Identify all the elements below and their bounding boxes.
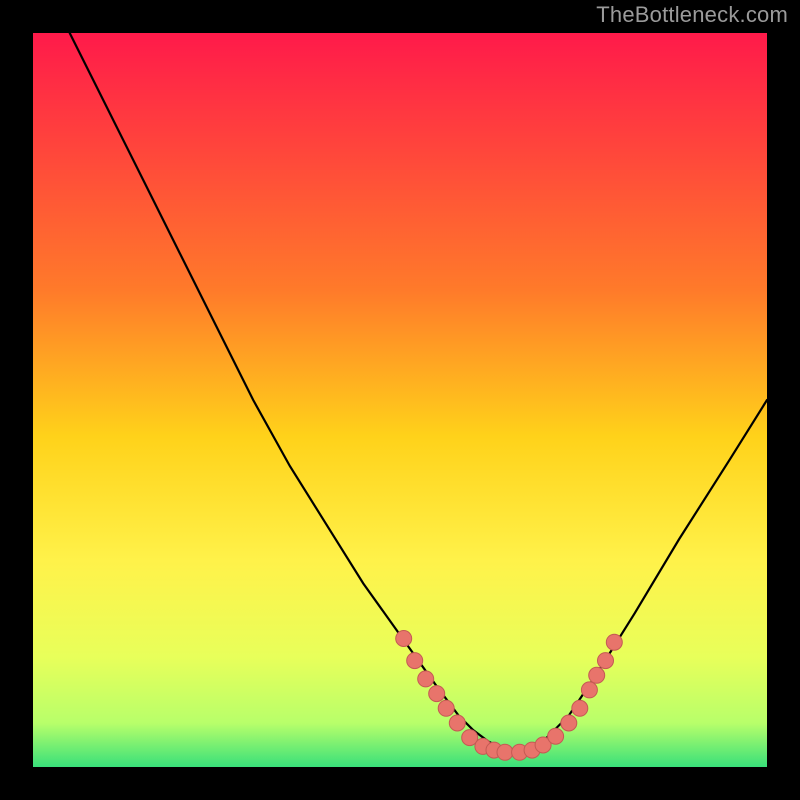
bottleneck-chart xyxy=(0,0,800,800)
curve-marker xyxy=(598,653,614,669)
curve-marker xyxy=(581,682,597,698)
curve-marker xyxy=(561,715,577,731)
curve-marker xyxy=(606,634,622,650)
curve-marker xyxy=(497,744,513,760)
curve-marker xyxy=(548,728,564,744)
curve-marker xyxy=(429,686,445,702)
plot-area xyxy=(33,33,767,767)
curve-marker xyxy=(572,700,588,716)
chart-container: TheBottleneck.com xyxy=(0,0,800,800)
curve-marker xyxy=(407,653,423,669)
curve-marker xyxy=(589,667,605,683)
curve-marker xyxy=(396,631,412,647)
curve-marker xyxy=(418,671,434,687)
curve-marker xyxy=(438,700,454,716)
attribution-text: TheBottleneck.com xyxy=(596,2,788,28)
curve-marker xyxy=(449,715,465,731)
